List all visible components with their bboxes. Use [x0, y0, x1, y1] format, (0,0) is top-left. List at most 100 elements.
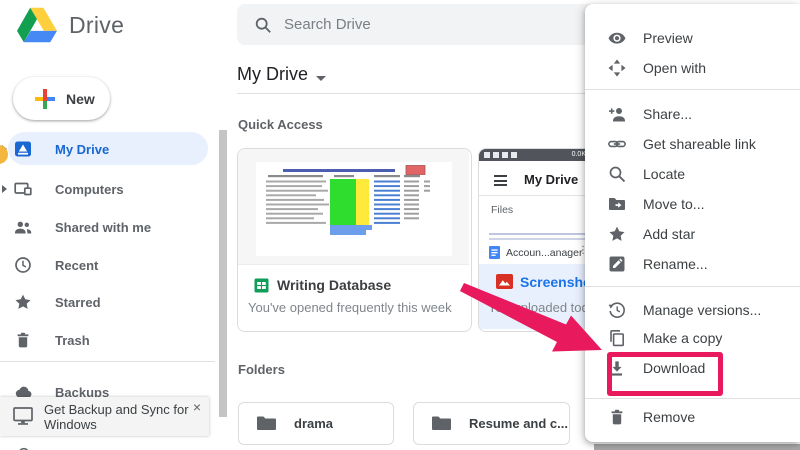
- sidebar-item-label: Trash: [55, 332, 90, 348]
- sidebar-item-label: Computers: [55, 181, 124, 197]
- sidebar-item-my-drive[interactable]: My Drive: [0, 132, 215, 166]
- menu-item-label: Share...: [643, 106, 693, 122]
- menu-item-get-shareable-link[interactable]: Get shareable link: [585, 129, 800, 159]
- star-icon: [14, 293, 32, 311]
- menu-item-locate[interactable]: Locate: [585, 159, 800, 189]
- folder-icon: [431, 415, 452, 432]
- sidebar-item-label: My Drive: [55, 141, 110, 157]
- sidebar-item-recent[interactable]: Recent: [0, 248, 215, 282]
- folder-name: drama: [294, 416, 334, 431]
- quick-access-label: Quick Access: [238, 117, 323, 132]
- sidebar-item-starred[interactable]: Starred: [0, 285, 215, 319]
- menu-item-manage-versions[interactable]: Manage versions...: [585, 295, 800, 325]
- close-icon[interactable]: ×: [193, 399, 201, 415]
- drive-logo-icon: [17, 7, 57, 43]
- sidebar-item-label: Recent: [55, 257, 99, 273]
- menu-item-label: Add star: [643, 226, 696, 242]
- menu-item-rename[interactable]: Rename...: [585, 249, 800, 279]
- sidebar-item-label: Starred: [55, 294, 101, 310]
- folder-name: Resume and c...: [469, 416, 568, 431]
- toast-text: Get Backup and Sync for Windows: [44, 402, 189, 432]
- google-drive-screen: Drive New My Drive Computers Shared with…: [0, 0, 800, 450]
- my-drive-icon: [14, 140, 32, 158]
- menu-item-preview[interactable]: Preview: [585, 23, 800, 53]
- menu-item-open-with[interactable]: Open with: [585, 53, 800, 83]
- clock-icon: [14, 256, 32, 274]
- menu-item-remove[interactable]: Remove: [585, 402, 800, 432]
- folder-move-icon: [608, 195, 626, 213]
- star-icon: [608, 225, 626, 243]
- card-title: Writing Database: [277, 277, 392, 293]
- phone-file-row-name: Accoun...anager: [506, 247, 583, 259]
- menu-item-label: Remove: [643, 409, 696, 425]
- menu-item-label: Preview: [643, 30, 693, 46]
- search-placeholder: Search Drive: [284, 16, 371, 33]
- chevron-down-icon[interactable]: [316, 76, 326, 81]
- new-button-label: New: [66, 90, 95, 107]
- rename-icon: [608, 255, 626, 273]
- link-icon: [608, 135, 626, 153]
- menu-item-label: Open with: [643, 60, 707, 76]
- menu-item-make-a-copy[interactable]: Make a copy: [585, 323, 800, 353]
- card-thumbnail: [238, 149, 469, 264]
- menu-divider: [585, 398, 800, 399]
- card-subtitle: You uploaded tod: [488, 300, 589, 315]
- folder-card-resume[interactable]: Resume and c...: [413, 402, 570, 445]
- people-icon: [14, 218, 32, 236]
- menu-item-share[interactable]: Share...: [585, 99, 800, 129]
- computers-icon: [14, 180, 32, 198]
- menu-divider: [585, 286, 800, 287]
- new-button[interactable]: New: [13, 77, 110, 120]
- download-highlight-box: [607, 352, 723, 396]
- menu-item-label: Make a copy: [643, 330, 723, 346]
- vertical-scrollbar[interactable]: [219, 130, 227, 417]
- expand-arrow-icon[interactable]: [2, 185, 7, 193]
- phone-app-bar-title: My Drive: [524, 172, 579, 187]
- cloud-outline-icon: [14, 445, 32, 450]
- folders-label: Folders: [238, 362, 285, 377]
- hamburger-menu-icon: [494, 175, 507, 189]
- trash-icon: [14, 331, 32, 349]
- sidebar-item-trash[interactable]: Trash: [0, 323, 215, 357]
- person-add-icon: [608, 105, 626, 123]
- menu-item-label: Locate: [643, 166, 686, 182]
- horizontal-scrollbar[interactable]: [594, 444, 800, 450]
- doc-icon: [489, 246, 500, 259]
- search-icon: [608, 165, 626, 183]
- folder-icon: [256, 415, 277, 432]
- image-icon: [496, 274, 513, 289]
- plus-icon: [33, 87, 57, 111]
- sidebar-item-computers[interactable]: Computers: [0, 172, 215, 206]
- trash-icon: [608, 408, 626, 426]
- phone-files-label: Files: [491, 204, 514, 216]
- sheets-icon: [254, 278, 269, 293]
- menu-item-add-star[interactable]: Add star: [585, 219, 800, 249]
- sidebar: Drive New My Drive Computers Shared with…: [0, 0, 225, 450]
- quick-access-card-writing-database[interactable]: Writing Database You've opened frequentl…: [237, 148, 472, 332]
- page-title[interactable]: My Drive: [237, 64, 308, 85]
- menu-divider: [585, 89, 800, 90]
- copy-icon: [608, 329, 626, 347]
- monitor-icon: [12, 405, 34, 427]
- sidebar-divider: [0, 361, 215, 362]
- sidebar-item-storage[interactable]: Storage: [0, 437, 215, 450]
- sidebar-item-shared-with-me[interactable]: Shared with me: [0, 210, 215, 244]
- backup-sync-toast: Get Backup and Sync for Windows ×: [0, 397, 209, 436]
- folder-card-drama[interactable]: drama: [238, 402, 394, 445]
- search-icon[interactable]: [254, 16, 272, 34]
- sidebar-item-label: Shared with me: [55, 219, 152, 235]
- card-footer: Writing Database You've opened frequentl…: [238, 264, 469, 330]
- open-with-icon: [608, 59, 626, 77]
- menu-item-label: Get shareable link: [643, 136, 756, 152]
- menu-item-label: Manage versions...: [643, 302, 762, 318]
- menu-item-move-to[interactable]: Move to...: [585, 189, 800, 219]
- drive-logo-text: Drive: [69, 11, 125, 38]
- history-icon: [608, 301, 626, 319]
- status-text: 0.0K: [571, 151, 586, 158]
- sidebar-item-label: Storage: [55, 447, 103, 450]
- card-subtitle: You've opened frequently this week: [248, 300, 452, 315]
- menu-item-label: Move to...: [643, 196, 705, 212]
- menu-item-label: Rename...: [643, 256, 708, 272]
- drive-logo[interactable]: Drive: [17, 7, 124, 43]
- eye-icon: [608, 29, 626, 47]
